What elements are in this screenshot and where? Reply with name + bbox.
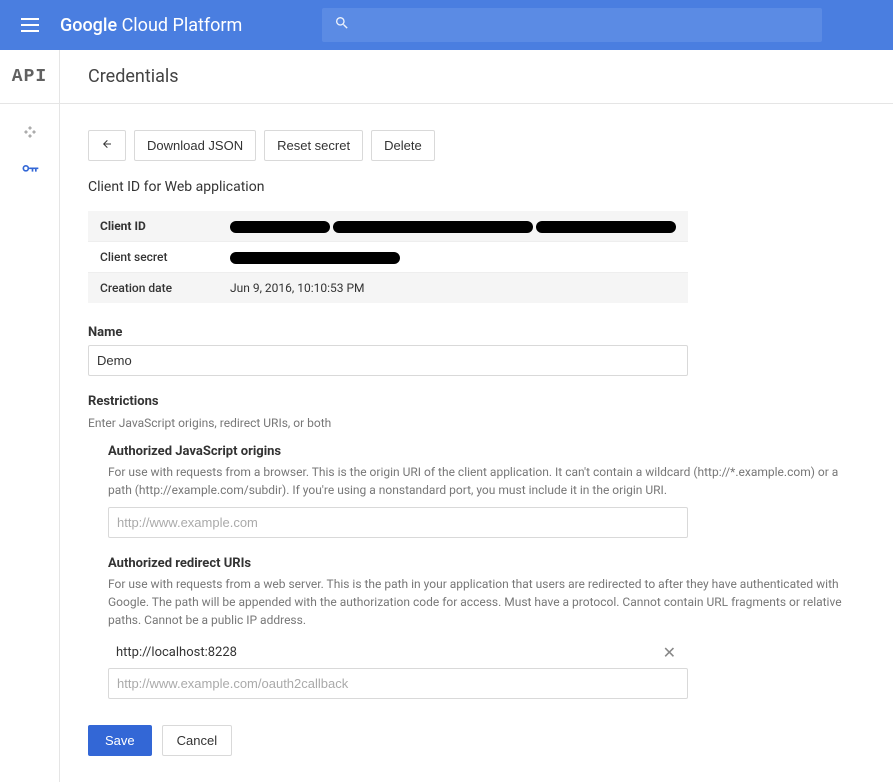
restrictions-label: Restrictions: [88, 394, 865, 409]
table-row: Client secret: [88, 242, 688, 273]
client-id-heading: Client ID for Web application: [88, 179, 865, 195]
redirect-uris-help: For use with requests from a web server.…: [108, 575, 865, 629]
close-icon: ✕: [663, 643, 676, 662]
brand-label: Google Cloud Platform: [60, 15, 242, 36]
client-secret-value: [218, 242, 688, 273]
restrictions-help: Enter JavaScript origins, redirect URIs,…: [88, 414, 865, 432]
name-input[interactable]: [88, 345, 688, 376]
js-origins-help: For use with requests from a browser. Th…: [108, 463, 865, 499]
client-id-value: [218, 211, 688, 242]
sidebar-item-credentials[interactable]: [20, 162, 40, 182]
credential-info-table: Client ID Client secret Creation date Ju…: [88, 211, 688, 303]
menu-button[interactable]: [10, 5, 50, 45]
back-button[interactable]: [88, 130, 126, 161]
creation-date-label: Creation date: [88, 273, 218, 304]
sidebar-item-dashboard[interactable]: [20, 124, 40, 144]
remove-uri-button[interactable]: ✕: [659, 643, 680, 662]
name-label: Name: [88, 325, 865, 340]
redirect-uris-label: Authorized redirect URIs: [108, 556, 865, 571]
search-icon: [334, 15, 350, 35]
table-row: Client ID: [88, 211, 688, 242]
key-icon: [20, 160, 40, 184]
reset-secret-button[interactable]: Reset secret: [264, 130, 363, 161]
back-arrow-icon: [99, 138, 115, 153]
save-button[interactable]: Save: [88, 725, 152, 756]
creation-date-value: Jun 9, 2016, 10:10:53 PM: [218, 273, 688, 304]
client-id-label: Client ID: [88, 211, 218, 242]
cancel-button[interactable]: Cancel: [162, 725, 232, 756]
redirect-uri-entry: http://localhost:8228 ✕: [108, 637, 688, 668]
search-box[interactable]: [322, 8, 822, 42]
download-json-button[interactable]: Download JSON: [134, 130, 256, 161]
table-row: Creation date Jun 9, 2016, 10:10:53 PM: [88, 273, 688, 304]
js-origins-label: Authorized JavaScript origins: [108, 444, 865, 459]
redirect-uri-text: http://localhost:8228: [116, 645, 237, 660]
delete-button[interactable]: Delete: [371, 130, 435, 161]
client-secret-label: Client secret: [88, 242, 218, 273]
search-input[interactable]: [360, 17, 810, 33]
page-title: Credentials: [60, 50, 893, 103]
diamond-icon: [22, 124, 38, 144]
redirect-uri-input[interactable]: [108, 668, 688, 699]
product-abbrev: API: [0, 50, 60, 103]
js-origins-input[interactable]: [108, 507, 688, 538]
